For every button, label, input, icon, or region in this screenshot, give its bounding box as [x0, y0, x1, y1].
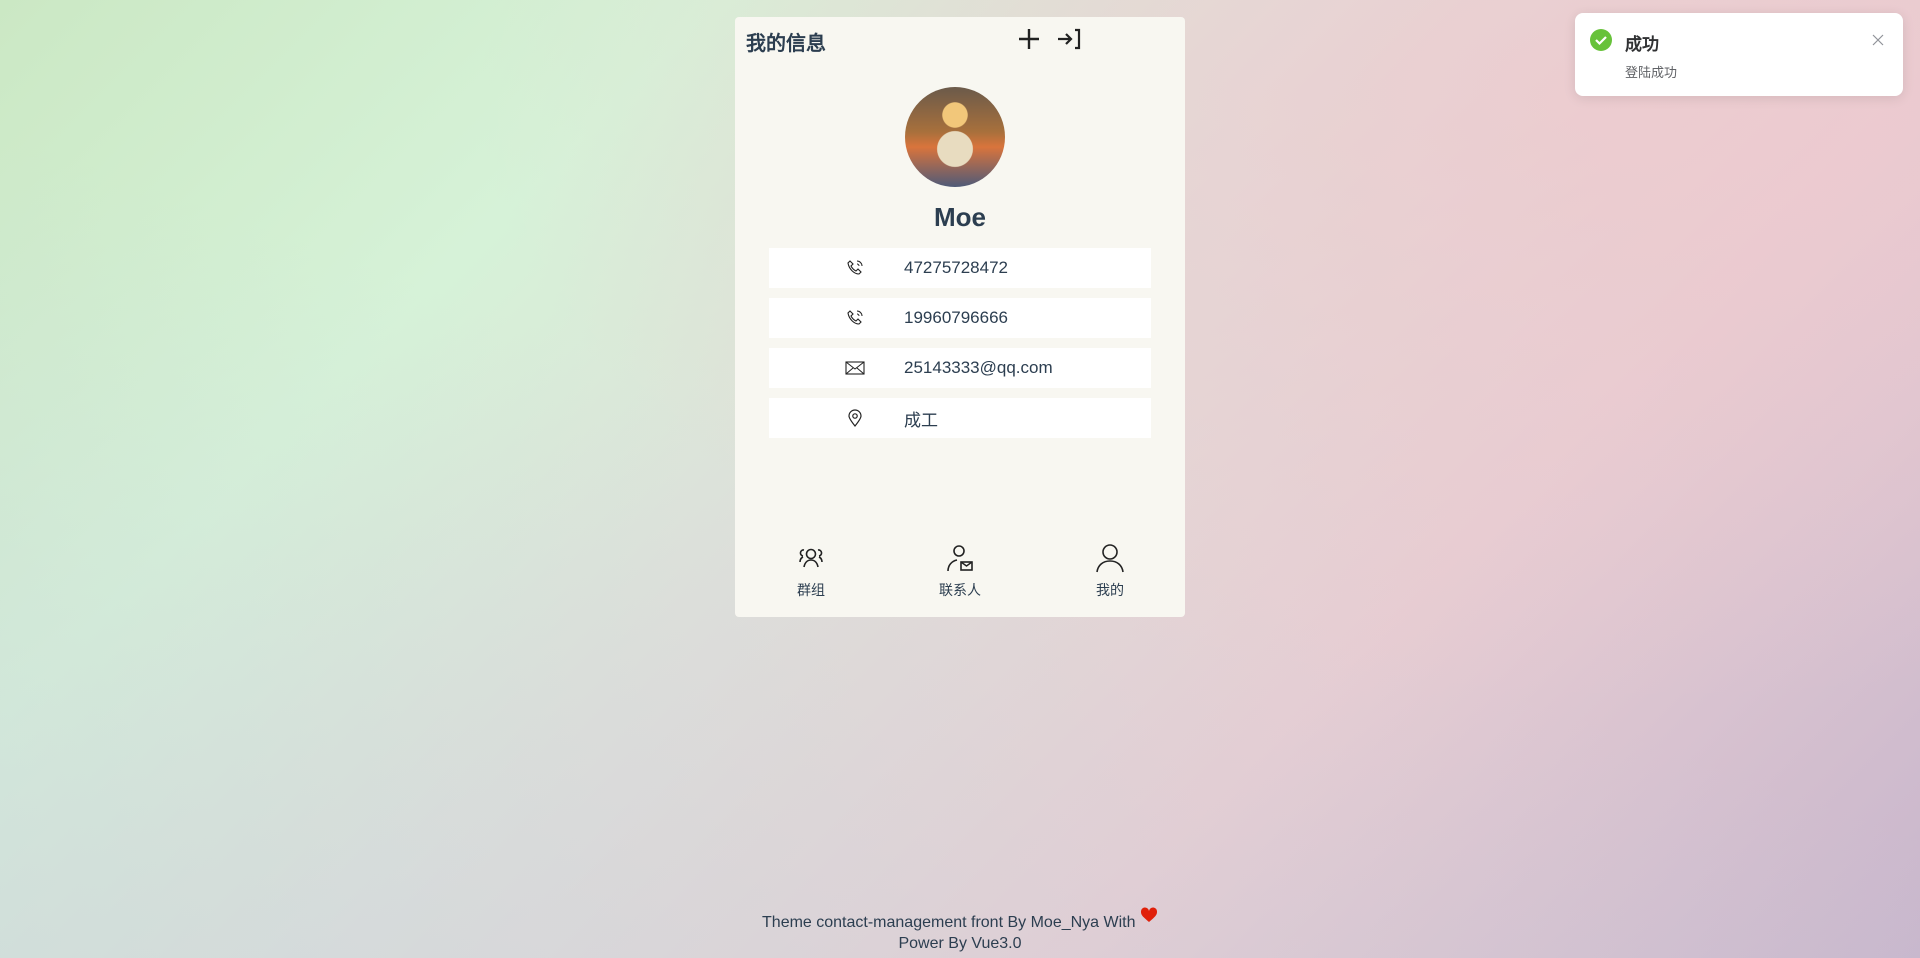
- footer-power: Power By Vue3.0: [898, 935, 1022, 952]
- group-icon: [799, 548, 823, 568]
- sign-in-arrow-icon[interactable]: [1055, 25, 1083, 53]
- user-name: Moe: [934, 202, 986, 232]
- address-row: 成工: [769, 398, 1151, 438]
- contact-icon: [947, 545, 973, 572]
- notification-message: 登陆成功: [1625, 65, 1678, 80]
- close-icon[interactable]: [1871, 33, 1885, 47]
- success-check-icon: [1590, 29, 1612, 51]
- notification-title: 成功: [1625, 35, 1659, 54]
- email-value: 25143333@qq.com: [904, 358, 1053, 377]
- nav-groups[interactable]: 群组: [761, 542, 861, 600]
- address-value: 成工: [904, 410, 938, 430]
- nav-contacts[interactable]: 联系人: [910, 542, 1010, 600]
- location-icon: [848, 409, 862, 427]
- user-icon: [1096, 544, 1124, 573]
- heart-icon: [1140, 907, 1157, 922]
- phone-row: 47275728472: [769, 248, 1151, 288]
- footer-line1: Theme contact-management front By Moe_Ny…: [762, 914, 1136, 931]
- success-notification: 成功 登陆成功: [1575, 13, 1903, 96]
- nav-label: 联系人: [939, 582, 981, 598]
- nav-label: 我的: [1096, 582, 1124, 598]
- phone-icon: [847, 260, 863, 275]
- footer-credit: Theme contact-management front By Moe_Ny…: [0, 907, 1920, 932]
- plus-icon[interactable]: [1015, 25, 1043, 53]
- profile-card: 我的信息 Moe 47275728472 19960796666 2514333…: [735, 17, 1185, 617]
- phone-value: 19960796666: [904, 308, 1009, 327]
- page-title: 我的信息: [746, 33, 826, 55]
- avatar[interactable]: [905, 87, 1005, 187]
- phone-value: 47275728472: [904, 258, 1009, 277]
- mail-icon: [845, 361, 865, 375]
- nav-label: 群组: [797, 582, 825, 598]
- phone-row: 19960796666: [769, 298, 1151, 338]
- nav-me[interactable]: 我的: [1060, 542, 1160, 600]
- email-row: 25143333@qq.com: [769, 348, 1151, 388]
- phone-icon: [847, 310, 863, 325]
